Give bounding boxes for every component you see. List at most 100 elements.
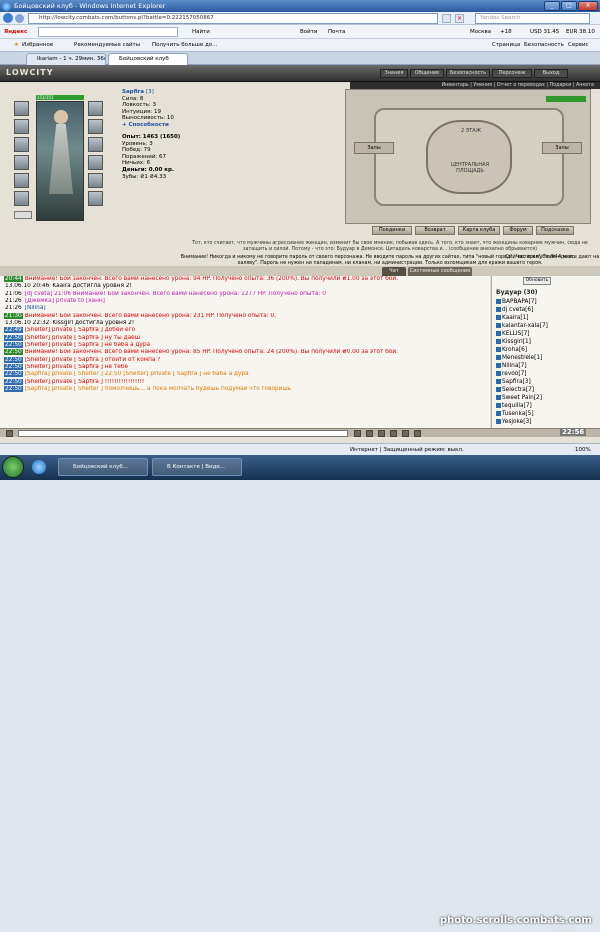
nav-exit[interactable]: Выход bbox=[534, 69, 568, 78]
tab-combats[interactable]: Бойцовский клуб bbox=[108, 53, 188, 65]
chat-time[interactable]: 22:50 bbox=[4, 364, 23, 371]
user-list-item[interactable]: Selectra[7] bbox=[492, 386, 600, 394]
close-button[interactable]: X bbox=[578, 1, 598, 11]
user-name[interactable]: Kaaira[1] bbox=[502, 315, 529, 321]
yandex-mail-link[interactable]: Почта bbox=[328, 25, 345, 39]
user-list-item[interactable]: Sapfira[3] bbox=[492, 378, 600, 386]
yandex-login-link[interactable]: Войти bbox=[300, 25, 318, 39]
translit-icon[interactable] bbox=[414, 430, 421, 437]
chat-time[interactable]: 13.06.10 22:32 bbox=[4, 320, 50, 326]
user-list-item[interactable]: tequilla[7] bbox=[492, 402, 600, 410]
character-name[interactable]: Sapfira bbox=[122, 89, 144, 96]
sub-navigation[interactable]: Инвентарь | Умения | Отчет о переводах |… bbox=[350, 82, 600, 89]
tab-chat[interactable]: Чат bbox=[382, 267, 406, 276]
user-list-item[interactable]: Sweet Pain[2] bbox=[492, 394, 600, 402]
private-message-icon[interactable] bbox=[496, 363, 501, 368]
user-list-item[interactable]: kalantar-xala[7] bbox=[492, 322, 600, 330]
user-name[interactable]: revoo[7] bbox=[502, 371, 527, 377]
private-message-icon[interactable] bbox=[496, 323, 501, 328]
club-map-button[interactable]: Карта клуба bbox=[458, 226, 500, 235]
minimize-button[interactable]: _ bbox=[544, 1, 560, 11]
filter-icon[interactable] bbox=[390, 430, 397, 437]
taskbar-item-combats[interactable]: Бойцовский клуб... bbox=[58, 458, 148, 476]
search-input[interactable]: Yandex Search bbox=[475, 13, 590, 24]
get-more-addons-link[interactable]: Получить больше до... bbox=[152, 39, 217, 52]
private-message-icon[interactable] bbox=[496, 347, 501, 352]
user-list-item[interactable]: KELLIS[7] bbox=[492, 330, 600, 338]
favorites-button[interactable]: Избранное bbox=[22, 39, 53, 52]
page-menu[interactable]: Страница bbox=[492, 39, 520, 52]
nav-security[interactable]: Безопасность bbox=[446, 69, 490, 78]
slot-extra[interactable] bbox=[14, 211, 32, 219]
send-icon[interactable] bbox=[354, 430, 361, 437]
slot-earring[interactable] bbox=[14, 119, 29, 134]
slot-armor[interactable] bbox=[14, 173, 29, 188]
private-message-icon[interactable] bbox=[496, 307, 501, 312]
yandex-find-button[interactable]: Найти bbox=[192, 25, 210, 39]
slot-shield[interactable] bbox=[88, 155, 103, 170]
user-name[interactable]: kalantar-xala[7] bbox=[502, 323, 548, 329]
clear-icon[interactable] bbox=[366, 430, 373, 437]
fights-button[interactable]: Поединки bbox=[372, 226, 412, 235]
user-list-item[interactable]: revoo[7] bbox=[492, 370, 600, 378]
user-name[interactable]: Sweet Pain[2] bbox=[502, 395, 542, 401]
refresh-icon[interactable] bbox=[442, 14, 451, 23]
private-message-icon[interactable] bbox=[496, 371, 501, 376]
nav-character[interactable]: Персонаж bbox=[492, 69, 532, 78]
user-name[interactable]: Sapfira[3] bbox=[502, 379, 531, 385]
chat-input-icon[interactable] bbox=[6, 430, 13, 437]
user-name[interactable]: tequilla[7] bbox=[502, 403, 532, 409]
user-list-item[interactable]: Kroha[6] bbox=[492, 346, 600, 354]
chat-time[interactable]: 20:44 bbox=[4, 276, 23, 282]
private-message-icon[interactable] bbox=[496, 315, 501, 320]
user-name[interactable]: Yesjoke[3] bbox=[502, 419, 531, 425]
chat-time[interactable]: 22:50 bbox=[4, 342, 23, 349]
user-list-item[interactable]: dj cveta[6] bbox=[492, 306, 600, 314]
abilities-link[interactable]: + Способности bbox=[122, 122, 169, 129]
slot-weapon[interactable] bbox=[14, 155, 29, 170]
private-message-icon[interactable] bbox=[496, 379, 501, 384]
slot-boots[interactable] bbox=[88, 191, 103, 206]
user-name[interactable]: Tusenka[5] bbox=[502, 411, 534, 417]
back-icon[interactable] bbox=[3, 13, 13, 23]
slot-amulet[interactable] bbox=[14, 137, 29, 152]
user-list-item[interactable]: Kissgirl[1] bbox=[492, 338, 600, 346]
chat-time[interactable]: 22:50 bbox=[4, 356, 23, 363]
chat-time[interactable]: 21:26 bbox=[4, 305, 23, 311]
user-name[interactable]: Selectra[7] bbox=[502, 387, 534, 393]
slot-gloves[interactable] bbox=[88, 101, 103, 116]
user-name[interactable]: KELLIS[7] bbox=[502, 331, 530, 337]
user-name[interactable]: Kissgirl[1] bbox=[502, 339, 531, 345]
ie-quicklaunch-icon[interactable] bbox=[32, 460, 46, 474]
private-message-icon[interactable] bbox=[496, 331, 501, 336]
map-halls-right[interactable]: Залы bbox=[542, 142, 582, 154]
chat-time[interactable]: 22:49 bbox=[4, 327, 23, 334]
private-message-icon[interactable] bbox=[496, 403, 501, 408]
yandex-search-input[interactable] bbox=[38, 27, 178, 37]
forum-button[interactable]: Форум bbox=[503, 226, 533, 235]
hint-button[interactable]: Подсказка bbox=[536, 226, 574, 235]
maximize-button[interactable]: □ bbox=[561, 1, 577, 11]
private-message-icon[interactable] bbox=[496, 419, 501, 424]
chat-time[interactable]: 21:30 bbox=[4, 312, 23, 319]
chat-time[interactable]: 22:50 bbox=[4, 386, 23, 393]
user-list-item[interactable]: Yesjoke[3] bbox=[492, 418, 600, 426]
user-list-item[interactable]: BAPBAPA[7] bbox=[492, 298, 600, 306]
user-list-item[interactable]: Kaaira[1] bbox=[492, 314, 600, 322]
user-list-item[interactable]: Nilina[7] bbox=[492, 362, 600, 370]
private-message-icon[interactable] bbox=[496, 411, 501, 416]
private-message-icon[interactable] bbox=[496, 339, 501, 344]
nav-knowledge[interactable]: Знания bbox=[380, 69, 408, 78]
start-button[interactable] bbox=[2, 456, 24, 478]
tools-menu[interactable]: Сервис bbox=[568, 39, 589, 52]
chat-time[interactable]: 22:50 bbox=[4, 378, 23, 385]
chat-time[interactable]: 21:06 bbox=[4, 291, 23, 297]
url-input[interactable]: http://lowcity.combats.com/buttons.pl?ba… bbox=[28, 13, 438, 24]
user-list-item[interactable]: Tusenka[5] bbox=[492, 410, 600, 418]
private-message-icon[interactable] bbox=[496, 355, 501, 360]
user-list-item[interactable]: Menestrele[1] bbox=[492, 354, 600, 362]
refresh-users-button[interactable]: Обновить bbox=[523, 277, 551, 285]
chat-input[interactable] bbox=[18, 430, 348, 437]
settings-icon[interactable] bbox=[402, 430, 409, 437]
map-halls-left[interactable]: Залы bbox=[354, 142, 394, 154]
